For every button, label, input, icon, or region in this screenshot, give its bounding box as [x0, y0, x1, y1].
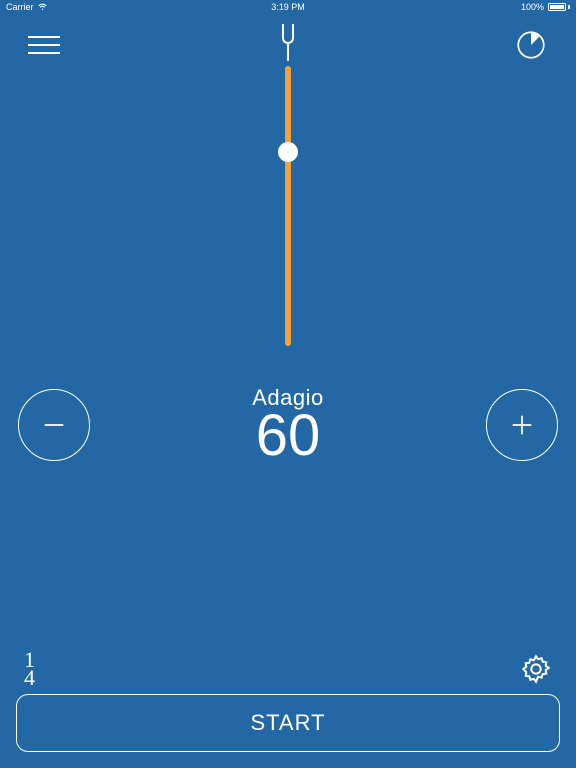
- tempo-controls: Adagio 60: [0, 385, 576, 465]
- tuning-fork-icon[interactable]: [279, 24, 297, 64]
- bottom-panel: 1 4 START: [0, 651, 576, 752]
- time-signature-button[interactable]: 1 4: [24, 651, 35, 688]
- tempo-increase-button[interactable]: [486, 389, 558, 461]
- status-bar: Carrier 3:19 PM 100%: [0, 0, 576, 14]
- tempo-decrease-button[interactable]: [18, 389, 90, 461]
- start-button[interactable]: START: [16, 694, 560, 752]
- metronome-pendulum[interactable]: [285, 66, 291, 346]
- carrier-label: Carrier: [6, 2, 34, 12]
- menu-icon[interactable]: [28, 30, 60, 60]
- timer-icon[interactable]: [514, 28, 548, 62]
- tempo-value: 60: [252, 407, 324, 465]
- status-time: 3:19 PM: [271, 2, 305, 12]
- start-button-label: START: [250, 710, 325, 736]
- settings-icon[interactable]: [520, 653, 552, 685]
- wifi-icon: [38, 3, 47, 12]
- tempo-display: Adagio 60: [252, 385, 324, 465]
- battery-percent: 100%: [521, 2, 544, 12]
- pendulum-weight[interactable]: [278, 142, 298, 162]
- time-sig-bottom: 4: [24, 669, 35, 688]
- header: [0, 30, 576, 62]
- battery-icon: [548, 3, 570, 11]
